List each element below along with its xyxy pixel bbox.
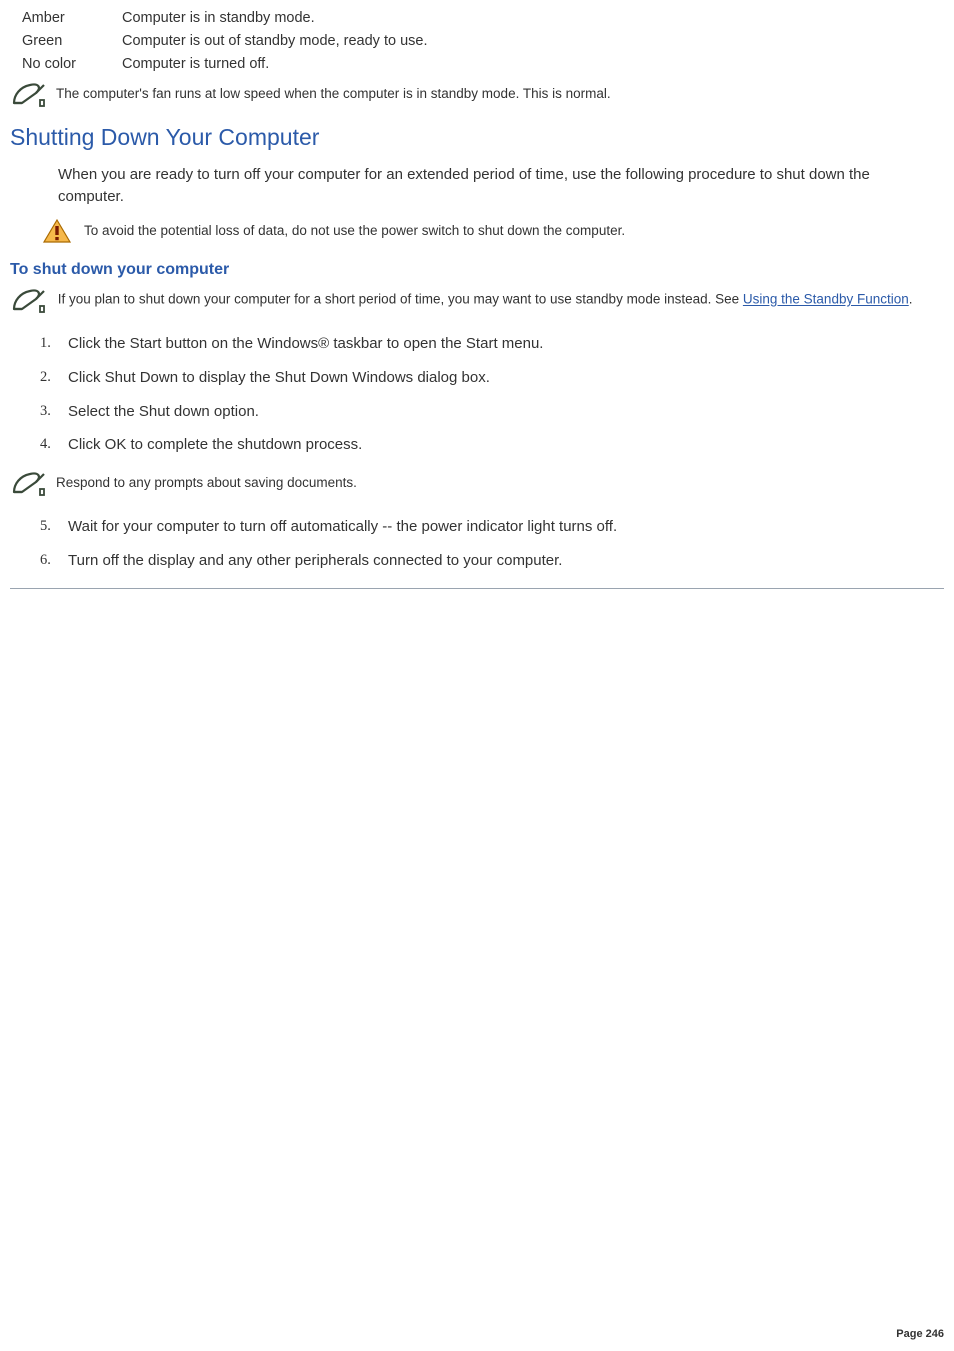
note-standby-post: . xyxy=(909,292,913,307)
warning-text: To avoid the potential loss of data, do … xyxy=(84,221,625,241)
led-desc-cell: Computer is in standby mode. xyxy=(122,8,433,31)
warning-avoid-switch: To avoid the potential loss of data, do … xyxy=(42,218,944,244)
note-fan: The computer's fan runs at low speed whe… xyxy=(10,81,944,107)
horizontal-rule xyxy=(10,588,944,589)
warning-icon xyxy=(42,218,72,244)
table-row: Amber Computer is in standby mode. xyxy=(22,8,433,31)
list-item: Click the Start button on the Windows® t… xyxy=(40,327,944,361)
page-number: Page 246 xyxy=(896,1327,944,1343)
list-item: Click OK to complete the shutdown proces… xyxy=(40,428,944,462)
led-color-cell: Amber xyxy=(22,8,122,31)
para-shutdown-intro: When you are ready to turn off your comp… xyxy=(58,164,938,208)
list-item: Turn off the display and any other perip… xyxy=(40,544,944,578)
list-item: Click Shut Down to display the Shut Down… xyxy=(40,361,944,395)
steps-list-part1: Click the Start button on the Windows® t… xyxy=(40,327,944,462)
steps-list-part2: Wait for your computer to turn off autom… xyxy=(40,510,944,578)
note-standby-pre: If you plan to shut down your computer f… xyxy=(58,292,743,307)
list-item: Wait for your computer to turn off autom… xyxy=(40,510,944,544)
note-fan-text: The computer's fan runs at low speed whe… xyxy=(56,84,611,104)
table-row: No color Computer is turned off. xyxy=(22,54,433,77)
table-row: Green Computer is out of standby mode, r… xyxy=(22,31,433,54)
led-color-cell: Green xyxy=(22,31,122,54)
link-using-standby[interactable]: Using the Standby Function xyxy=(743,292,909,307)
heading-to-shutdown: To shut down your computer xyxy=(10,258,944,281)
led-color-cell: No color xyxy=(22,54,122,77)
led-status-table: Amber Computer is in standby mode. Green… xyxy=(22,8,433,77)
heading-shutting-down: Shutting Down Your Computer xyxy=(10,121,944,154)
led-desc-cell: Computer is out of standby mode, ready t… xyxy=(122,31,433,54)
led-desc-cell: Computer is turned off. xyxy=(122,54,433,77)
note-respond-prompts: Respond to any prompts about saving docu… xyxy=(10,470,944,496)
pen-note-icon xyxy=(10,81,50,107)
note-respond-text: Respond to any prompts about saving docu… xyxy=(56,473,357,493)
pen-note-icon xyxy=(10,470,50,496)
note-standby-instead: If you plan to shut down your computer f… xyxy=(10,287,944,313)
pen-note-icon xyxy=(10,292,54,307)
list-item: Select the Shut down option. xyxy=(40,395,944,429)
